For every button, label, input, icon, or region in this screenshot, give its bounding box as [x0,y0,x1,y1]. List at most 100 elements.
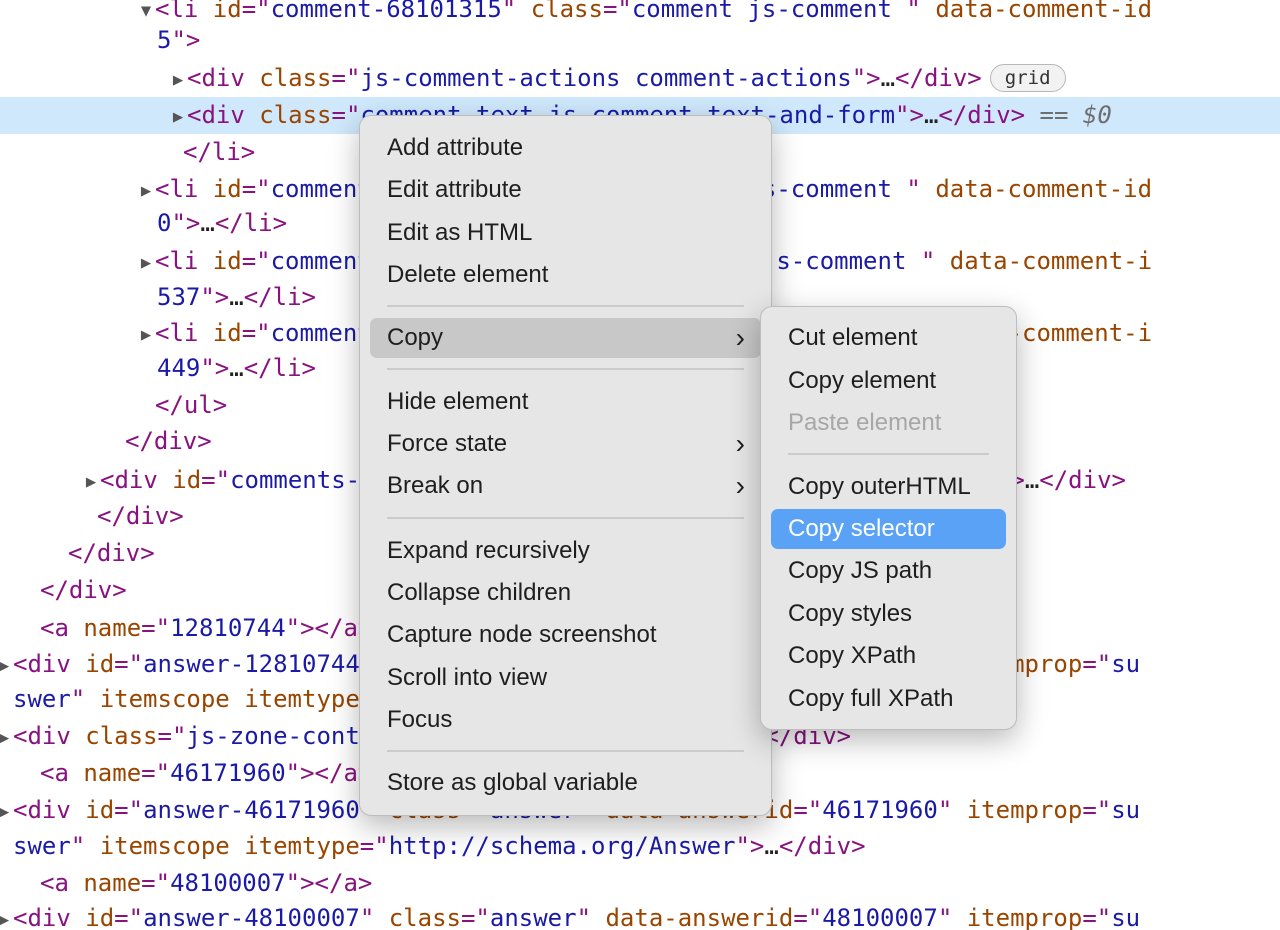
code-token: "> [200,354,230,382]
code-token: =" [359,832,389,860]
menu-item-focus[interactable]: Focus [370,700,761,740]
code-token: su [1111,650,1141,678]
menu-item-collapse-children[interactable]: Collapse children [370,573,761,613]
menu-item-label: Copy full XPath [788,685,954,712]
submenu-item-copy-xpath[interactable]: Copy XPath [771,636,1006,676]
menu-item-capture-node-screenshot[interactable]: Capture node screenshot [370,615,761,655]
triangle-right-icon[interactable]: ▶ [82,464,100,501]
code-token: </div> [778,832,866,860]
submenu-item-copy-js-path[interactable]: Copy JS path [771,551,1006,591]
code-token: comment js-comment [631,0,907,23]
code-token: =" [157,722,187,750]
code-token: data-comment-id [935,0,1153,23]
code-token: data-answerid [605,904,794,930]
menu-separator [788,453,989,455]
code-token: 46171960 [170,759,286,787]
menu-item-label: Copy XPath [788,642,917,669]
menu-item-label: Copy outerHTML [788,473,971,500]
triangle-down-icon[interactable]: ▼ [137,0,155,30]
triangle-right-icon[interactable]: ▶ [137,173,155,210]
code-token: 48100007 [170,869,286,897]
menu-item-edit-as-html[interactable]: Edit as HTML [370,213,761,253]
menu-item-label: Copy JS path [788,557,933,584]
menu-separator [387,305,744,307]
code-token: <li [155,175,213,203]
menu-item-break-on[interactable]: Break on › [370,466,761,506]
code-token: … [764,832,779,860]
code-token: </div> [125,427,212,455]
triangle-right-icon[interactable]: ▶ [0,794,13,831]
menu-item-delete-element[interactable]: Delete element [370,255,761,295]
menu-item-label: Copy [387,324,444,351]
menu-item-edit-attribute[interactable]: Edit attribute [370,170,761,210]
code-token: class [85,722,158,750]
menu-item-hide-element[interactable]: Hide element [370,382,761,422]
code-token: <a [40,614,84,642]
code-token: </li> [214,209,288,237]
code-token: <div [187,101,260,129]
grid-badge[interactable]: grid [989,64,1066,92]
code-token: swer [13,685,71,713]
code-token: itemprop [966,796,1083,824]
code-token: data-comment-id [935,175,1153,203]
triangle-right-icon[interactable]: ▶ [0,648,13,685]
code-token: answer-46171960 [143,796,360,824]
code-token: <a [40,759,84,787]
code-token: =" [114,904,144,930]
code-token: 0 [157,209,172,237]
code-token: " [920,247,950,275]
triangle-right-icon[interactable]: ▶ [137,245,155,282]
code-token: … [229,354,244,382]
menu-item-scroll-into-view[interactable]: Scroll into view [370,658,761,698]
triangle-right-icon[interactable]: ▶ [0,902,13,930]
code-token: =" [114,650,144,678]
submenu-item-copy-full-xpath[interactable]: Copy full XPath [771,679,1006,719]
code-token: class [259,64,332,92]
code-token: <div [187,64,260,92]
code-token: "> [851,64,881,92]
code-token: </li> [243,354,316,382]
menu-item-label: Delete element [387,261,549,288]
code-token: … [229,283,244,311]
code-token: =" [793,904,823,930]
submenu-item-copy-outerhtml[interactable]: Copy outerHTML [771,467,1006,507]
menu-item-force-state[interactable]: Force state › [370,424,761,464]
copy-submenu: Cut element Copy element Paste element C… [760,306,1017,730]
triangle-right-icon[interactable]: ▶ [169,62,187,99]
code-token: </div> [1039,466,1126,494]
code-token: <a [40,869,84,897]
triangle-right-icon[interactable]: ▶ [137,317,155,354]
submenu-item-copy-selector[interactable]: Copy selector [771,509,1006,549]
submenu-item-copy-element[interactable]: Copy element [771,361,1006,401]
code-token: </div> [895,64,982,92]
menu-item-expand-recursively[interactable]: Expand recursively [370,531,761,571]
code-token: name [83,614,142,642]
triangle-right-icon[interactable]: ▶ [0,720,13,757]
menu-item-label: Break on [387,472,484,499]
submenu-item-cut-element[interactable]: Cut element [771,318,1006,358]
code-token: … [923,101,939,129]
code-token: =" [241,247,271,275]
code-token: <li [155,0,213,23]
menu-item-label: Focus [387,706,453,733]
code-token: <div [13,650,86,678]
code-token: data-comment-i [949,247,1153,275]
selected-node-marker: == $0 [1025,101,1112,129]
code-token: "></a> [285,869,373,897]
code-token: =" [241,319,271,347]
code-token: " [576,904,606,930]
code-token: swer [13,832,71,860]
submenu-item-copy-styles[interactable]: Copy styles [771,594,1006,634]
code-token: 46171960 [822,796,938,824]
menu-separator [387,368,744,370]
code-token: <div [13,796,86,824]
triangle-right-icon[interactable]: ▶ [169,99,187,136]
code-token: " [501,0,531,23]
code-token: =" [201,466,231,494]
code-token: <li [155,319,213,347]
code-token: id [212,319,242,347]
menu-item-copy[interactable]: Copy › [370,318,761,358]
menu-item-store-as-global-variable[interactable]: Store as global variable [370,763,761,803]
menu-item-add-attribute[interactable]: Add attribute [370,128,761,168]
menu-item-label: Edit as HTML [387,219,533,246]
